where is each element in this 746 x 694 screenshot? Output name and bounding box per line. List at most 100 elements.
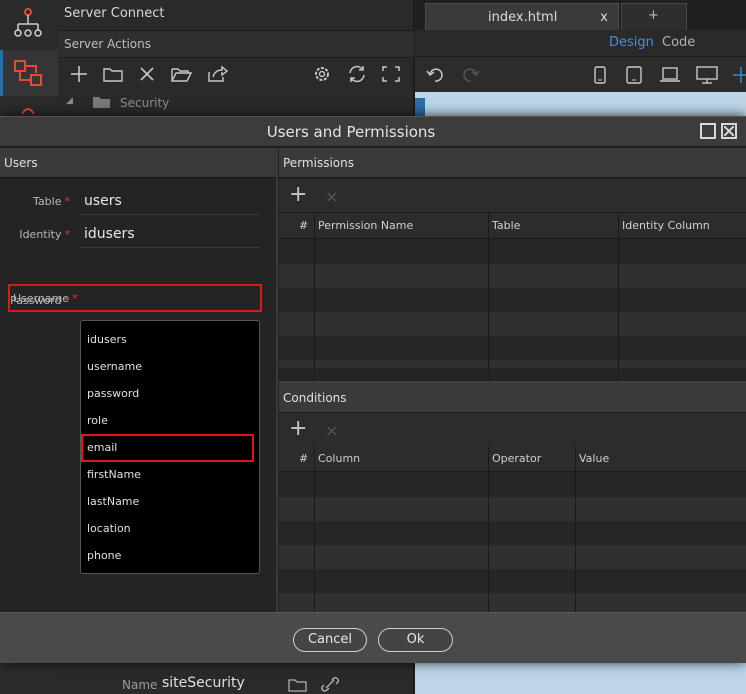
open-folder-icon[interactable] <box>170 64 193 84</box>
users-permissions-dialog: Users and Permissions Users Table * users… <box>0 116 746 663</box>
desktop-icon[interactable] <box>695 65 719 85</box>
move-icon[interactable] <box>731 65 746 85</box>
server-actions-toolbar <box>58 58 414 90</box>
server-actions-header: Server Actions <box>58 30 414 58</box>
laptop-icon[interactable] <box>659 65 681 85</box>
column-header[interactable]: # <box>299 219 308 232</box>
conditions-header-label: Conditions <box>283 391 347 405</box>
username-dropdown[interactable]: idusers username password role email fir… <box>80 320 260 574</box>
conditions-header: Conditions <box>279 381 746 413</box>
tab-close-button[interactable]: x <box>600 10 608 25</box>
design-view-button[interactable]: Design <box>609 35 654 50</box>
folder-icon[interactable] <box>288 678 308 692</box>
tablet-icon[interactable] <box>625 65 643 85</box>
close-button[interactable] <box>721 123 737 139</box>
column-header[interactable]: Table <box>492 219 520 232</box>
password-label: Password * <box>10 294 70 307</box>
table-row[interactable] <box>279 473 746 497</box>
dialog-titlebar: Users and Permissions <box>0 117 746 147</box>
code-view-button[interactable]: Code <box>662 35 695 50</box>
table-row[interactable] <box>279 521 746 545</box>
share-icon[interactable] <box>206 64 229 84</box>
maximize-button[interactable] <box>700 123 716 139</box>
table-row[interactable] <box>279 312 746 336</box>
table-row[interactable] <box>279 288 746 312</box>
redo-icon[interactable] <box>459 65 481 85</box>
permissions-grid-header: # Permission Name Table Identity Column <box>279 213 746 239</box>
dropdown-option[interactable]: role <box>87 414 108 427</box>
delete-icon[interactable] <box>136 64 158 84</box>
new-folder-icon[interactable] <box>102 64 124 84</box>
permissions-toolbar: + × <box>279 179 746 213</box>
partial-icon[interactable] <box>10 102 46 115</box>
remove-condition-button[interactable]: × <box>325 421 338 440</box>
column-divider <box>488 446 489 612</box>
name-property-value[interactable]: siteSecurity <box>162 675 245 691</box>
users-header-label: Users <box>4 156 38 170</box>
folder-icon <box>93 97 110 108</box>
ok-button[interactable]: Ok <box>378 628 453 652</box>
table-row[interactable] <box>279 593 746 612</box>
table-row[interactable] <box>279 569 746 593</box>
column-header[interactable]: Column <box>318 452 360 465</box>
dropdown-option[interactable]: location <box>87 522 131 535</box>
table-value[interactable]: users <box>84 193 122 209</box>
add-icon[interactable] <box>68 64 90 84</box>
tree-item-security[interactable]: ◢ Security <box>58 92 414 114</box>
undo-icon[interactable] <box>425 65 447 85</box>
new-tab-button[interactable]: + <box>621 3 687 30</box>
dropdown-option[interactable]: lastName <box>87 495 139 508</box>
cancel-button[interactable]: Cancel <box>293 628 367 652</box>
add-condition-button[interactable]: + <box>289 418 307 440</box>
identity-underline <box>80 247 260 248</box>
column-divider <box>314 446 315 612</box>
column-divider <box>618 213 619 380</box>
column-header[interactable]: # <box>299 452 308 465</box>
column-divider <box>488 213 489 380</box>
settings-gear-icon[interactable] <box>311 64 333 84</box>
conditions-grid[interactable] <box>279 473 746 612</box>
permissions-grid[interactable] <box>279 240 746 368</box>
table-row[interactable] <box>279 545 746 569</box>
table-row[interactable] <box>279 264 746 288</box>
tab-index-html[interactable]: index.html x <box>425 3 619 30</box>
column-header[interactable]: Permission Name <box>318 219 413 232</box>
permissions-header: Permissions <box>279 148 746 178</box>
dropdown-option[interactable]: firstName <box>87 468 141 481</box>
panel-title: Server Connect <box>64 6 165 21</box>
column-header[interactable]: Value <box>579 452 609 465</box>
table-row[interactable] <box>279 240 746 264</box>
table-row[interactable] <box>279 360 746 368</box>
close-icon <box>724 126 734 136</box>
server-actions-icon[interactable] <box>0 50 58 96</box>
table-row[interactable] <box>279 336 746 360</box>
remove-permission-button[interactable]: × <box>325 187 338 206</box>
dropdown-option[interactable]: username <box>87 360 142 373</box>
column-divider <box>314 213 315 380</box>
properties-panel: Name siteSecurity <box>58 668 414 694</box>
column-header[interactable]: Identity Column <box>622 219 710 232</box>
expand-arrow-icon[interactable]: ◢ <box>66 96 73 106</box>
server-connect-icon[interactable] <box>10 6 46 42</box>
link-icon[interactable] <box>320 676 340 692</box>
column-header[interactable]: Operator <box>492 452 541 465</box>
tab-label: index.html <box>488 10 558 25</box>
refresh-icon[interactable] <box>346 64 368 84</box>
tree-item-label: Security <box>120 96 170 110</box>
name-property-label: Name <box>122 678 158 692</box>
table-row[interactable] <box>279 497 746 521</box>
dropdown-option[interactable]: idusers <box>87 333 127 346</box>
dropdown-option[interactable]: password <box>87 387 139 400</box>
conditions-toolbar: + × <box>279 413 746 447</box>
table-underline <box>80 214 260 215</box>
dialog-footer: Cancel Ok <box>0 612 746 663</box>
fullscreen-icon[interactable] <box>380 64 402 84</box>
phone-icon[interactable] <box>593 65 607 85</box>
new-tab-label: + <box>648 8 659 23</box>
dropdown-option-email[interactable]: email <box>87 441 117 454</box>
dropdown-option[interactable]: phone <box>87 549 121 562</box>
users-header: Users <box>0 148 276 178</box>
identity-value[interactable]: idusers <box>84 226 135 242</box>
add-permission-button[interactable]: + <box>289 184 307 206</box>
users-pane: Users Table * users Identity * idusers Use… <box>0 148 278 612</box>
